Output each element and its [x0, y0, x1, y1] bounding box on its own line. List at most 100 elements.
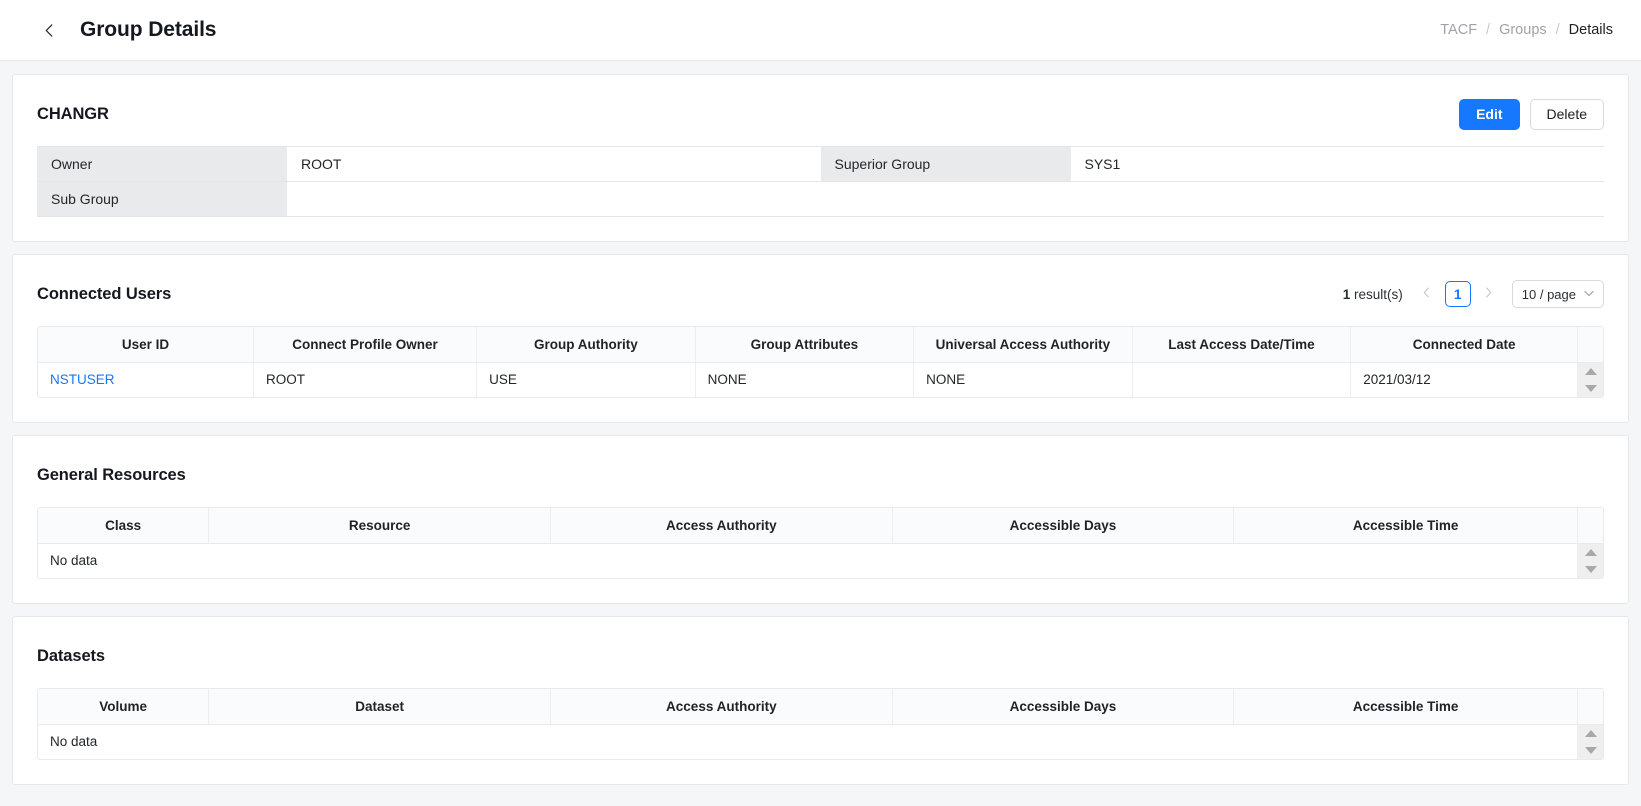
- superior-group-value: SYS1: [1071, 147, 1605, 182]
- scroll-down-arrow-icon[interactable]: [1585, 566, 1597, 573]
- scroll-up-arrow-icon[interactable]: [1585, 730, 1597, 737]
- breadcrumb-item-tacf[interactable]: TACF: [1440, 22, 1477, 38]
- table-header-row: User ID Connect Profile Owner Group Auth…: [38, 327, 1577, 362]
- column-header-group-authority[interactable]: Group Authority: [477, 327, 696, 362]
- user-id-link[interactable]: NSTUSER: [50, 372, 115, 387]
- cell-group-authority: USE: [477, 362, 696, 397]
- table-row: Owner ROOT Superior Group SYS1: [37, 147, 1604, 182]
- scroll-up-arrow-icon[interactable]: [1585, 368, 1597, 375]
- breadcrumb-separator: /: [1556, 22, 1560, 38]
- general-resources-table-scroll: Class Resource Access Authority Accessib…: [38, 508, 1577, 578]
- chevron-left-icon: [42, 23, 57, 38]
- connected-users-vertical-scrollbar[interactable]: [1577, 327, 1603, 397]
- datasets-header: Datasets: [37, 639, 1604, 673]
- page-title: Group Details: [80, 18, 216, 42]
- column-header-accessible-days[interactable]: Accessible Days: [892, 689, 1234, 724]
- column-header-connect-profile-owner[interactable]: Connect Profile Owner: [253, 327, 476, 362]
- group-card-actions: Edit Delete: [1459, 99, 1604, 130]
- pagination-page-1[interactable]: 1: [1445, 281, 1471, 307]
- page-body: CHANGR Edit Delete Owner ROOT Superior G…: [0, 74, 1641, 785]
- pagination-next-button[interactable]: [1480, 281, 1498, 307]
- connected-users-header: Connected Users 1 result(s) 1: [37, 277, 1604, 311]
- general-resources-card: General Resources Class Resource Access …: [12, 435, 1629, 604]
- column-header-class[interactable]: Class: [38, 508, 209, 543]
- superior-group-label: Superior Group: [821, 147, 1071, 182]
- column-header-accessible-days[interactable]: Accessible Days: [892, 508, 1234, 543]
- group-name-title: CHANGR: [37, 105, 109, 124]
- breadcrumb-item-groups[interactable]: Groups: [1499, 22, 1547, 38]
- general-resources-table-wrapper: Class Resource Access Authority Accessib…: [37, 507, 1604, 579]
- general-resources-table: Class Resource Access Authority Accessib…: [38, 508, 1577, 578]
- breadcrumb: TACF / Groups / Details: [1440, 22, 1613, 38]
- delete-button[interactable]: Delete: [1530, 99, 1604, 130]
- empty-state-row: No data: [38, 724, 1577, 759]
- column-header-last-access-datetime[interactable]: Last Access Date/Time: [1132, 327, 1351, 362]
- general-resources-title: General Resources: [37, 466, 186, 485]
- column-header-volume[interactable]: Volume: [38, 689, 209, 724]
- table-header-row: Volume Dataset Access Authority Accessib…: [38, 689, 1577, 724]
- cell-last-access-datetime: [1132, 362, 1351, 397]
- page-size-label: 10 / page: [1522, 287, 1576, 302]
- datasets-card: Datasets Volume Dataset Access Authority: [12, 616, 1629, 785]
- scrollbar-track[interactable]: [1578, 363, 1603, 397]
- general-resources-header: General Resources: [37, 458, 1604, 492]
- empty-state-row: No data: [38, 543, 1577, 578]
- connected-users-table-scroll: User ID Connect Profile Owner Group Auth…: [38, 327, 1577, 397]
- scroll-down-arrow-icon[interactable]: [1585, 747, 1597, 754]
- column-header-access-authority[interactable]: Access Authority: [550, 689, 892, 724]
- column-header-dataset[interactable]: Dataset: [209, 689, 551, 724]
- scroll-down-arrow-icon[interactable]: [1585, 385, 1597, 392]
- sub-group-value: [287, 182, 1604, 217]
- result-count: 1 result(s): [1343, 287, 1403, 302]
- connected-users-title: Connected Users: [37, 285, 171, 304]
- column-header-accessible-time[interactable]: Accessible Time: [1234, 689, 1577, 724]
- column-header-resource[interactable]: Resource: [209, 508, 551, 543]
- scrollbar-track[interactable]: [1578, 544, 1603, 578]
- datasets-vertical-scrollbar[interactable]: [1577, 689, 1603, 759]
- group-detail-table: Owner ROOT Superior Group SYS1 Sub Group: [37, 146, 1604, 217]
- table-header-row: Class Resource Access Authority Accessib…: [38, 508, 1577, 543]
- back-button[interactable]: [36, 17, 62, 43]
- column-header-accessible-time[interactable]: Accessible Time: [1234, 508, 1577, 543]
- owner-value: ROOT: [287, 147, 821, 182]
- scrollbar-header-spacer: [1578, 508, 1603, 544]
- cell-user-id: NSTUSER: [38, 362, 253, 397]
- column-header-user-id[interactable]: User ID: [38, 327, 253, 362]
- column-header-access-authority[interactable]: Access Authority: [550, 508, 892, 543]
- cell-group-attributes: NONE: [695, 362, 914, 397]
- empty-state-text: No data: [38, 543, 1577, 578]
- datasets-title: Datasets: [37, 647, 105, 666]
- scroll-up-arrow-icon[interactable]: [1585, 549, 1597, 556]
- column-header-connected-date[interactable]: Connected Date: [1351, 327, 1577, 362]
- column-header-group-attributes[interactable]: Group Attributes: [695, 327, 914, 362]
- cell-universal-access-authority: NONE: [914, 362, 1133, 397]
- datasets-table-scroll: Volume Dataset Access Authority Accessib…: [38, 689, 1577, 759]
- table-row: Sub Group: [37, 182, 1604, 217]
- page-size-select[interactable]: 10 / page: [1512, 280, 1604, 308]
- connected-users-card: Connected Users 1 result(s) 1: [12, 254, 1629, 423]
- chevron-down-icon: [1584, 290, 1594, 299]
- column-header-universal-access-authority[interactable]: Universal Access Authority: [914, 327, 1133, 362]
- group-card-header: CHANGR Edit Delete: [37, 97, 1604, 131]
- chevron-left-icon: [1422, 287, 1431, 301]
- breadcrumb-separator: /: [1486, 22, 1490, 38]
- chevron-right-icon: [1484, 287, 1493, 301]
- page-header: Group Details TACF / Groups / Details: [0, 0, 1641, 61]
- group-summary-card: CHANGR Edit Delete Owner ROOT Superior G…: [12, 74, 1629, 242]
- scrollbar-track[interactable]: [1578, 725, 1603, 759]
- pagination-prev-button[interactable]: [1418, 281, 1436, 307]
- empty-state-text: No data: [38, 724, 1577, 759]
- general-resources-vertical-scrollbar[interactable]: [1577, 508, 1603, 578]
- result-count-suffix: result(s): [1350, 287, 1403, 302]
- group-details-screen: Group Details TACF / Groups / Details CH…: [0, 0, 1641, 806]
- sub-group-label: Sub Group: [37, 182, 287, 217]
- connected-users-table-wrapper: User ID Connect Profile Owner Group Auth…: [37, 326, 1604, 398]
- scrollbar-header-spacer: [1578, 327, 1603, 363]
- pagination: 1 result(s) 1: [1343, 280, 1604, 308]
- cell-connected-date: 2021/03/12: [1351, 362, 1577, 397]
- datasets-table-wrapper: Volume Dataset Access Authority Accessib…: [37, 688, 1604, 760]
- edit-button[interactable]: Edit: [1459, 99, 1519, 130]
- owner-label: Owner: [37, 147, 287, 182]
- scrollbar-header-spacer: [1578, 689, 1603, 725]
- breadcrumb-item-details: Details: [1569, 22, 1613, 38]
